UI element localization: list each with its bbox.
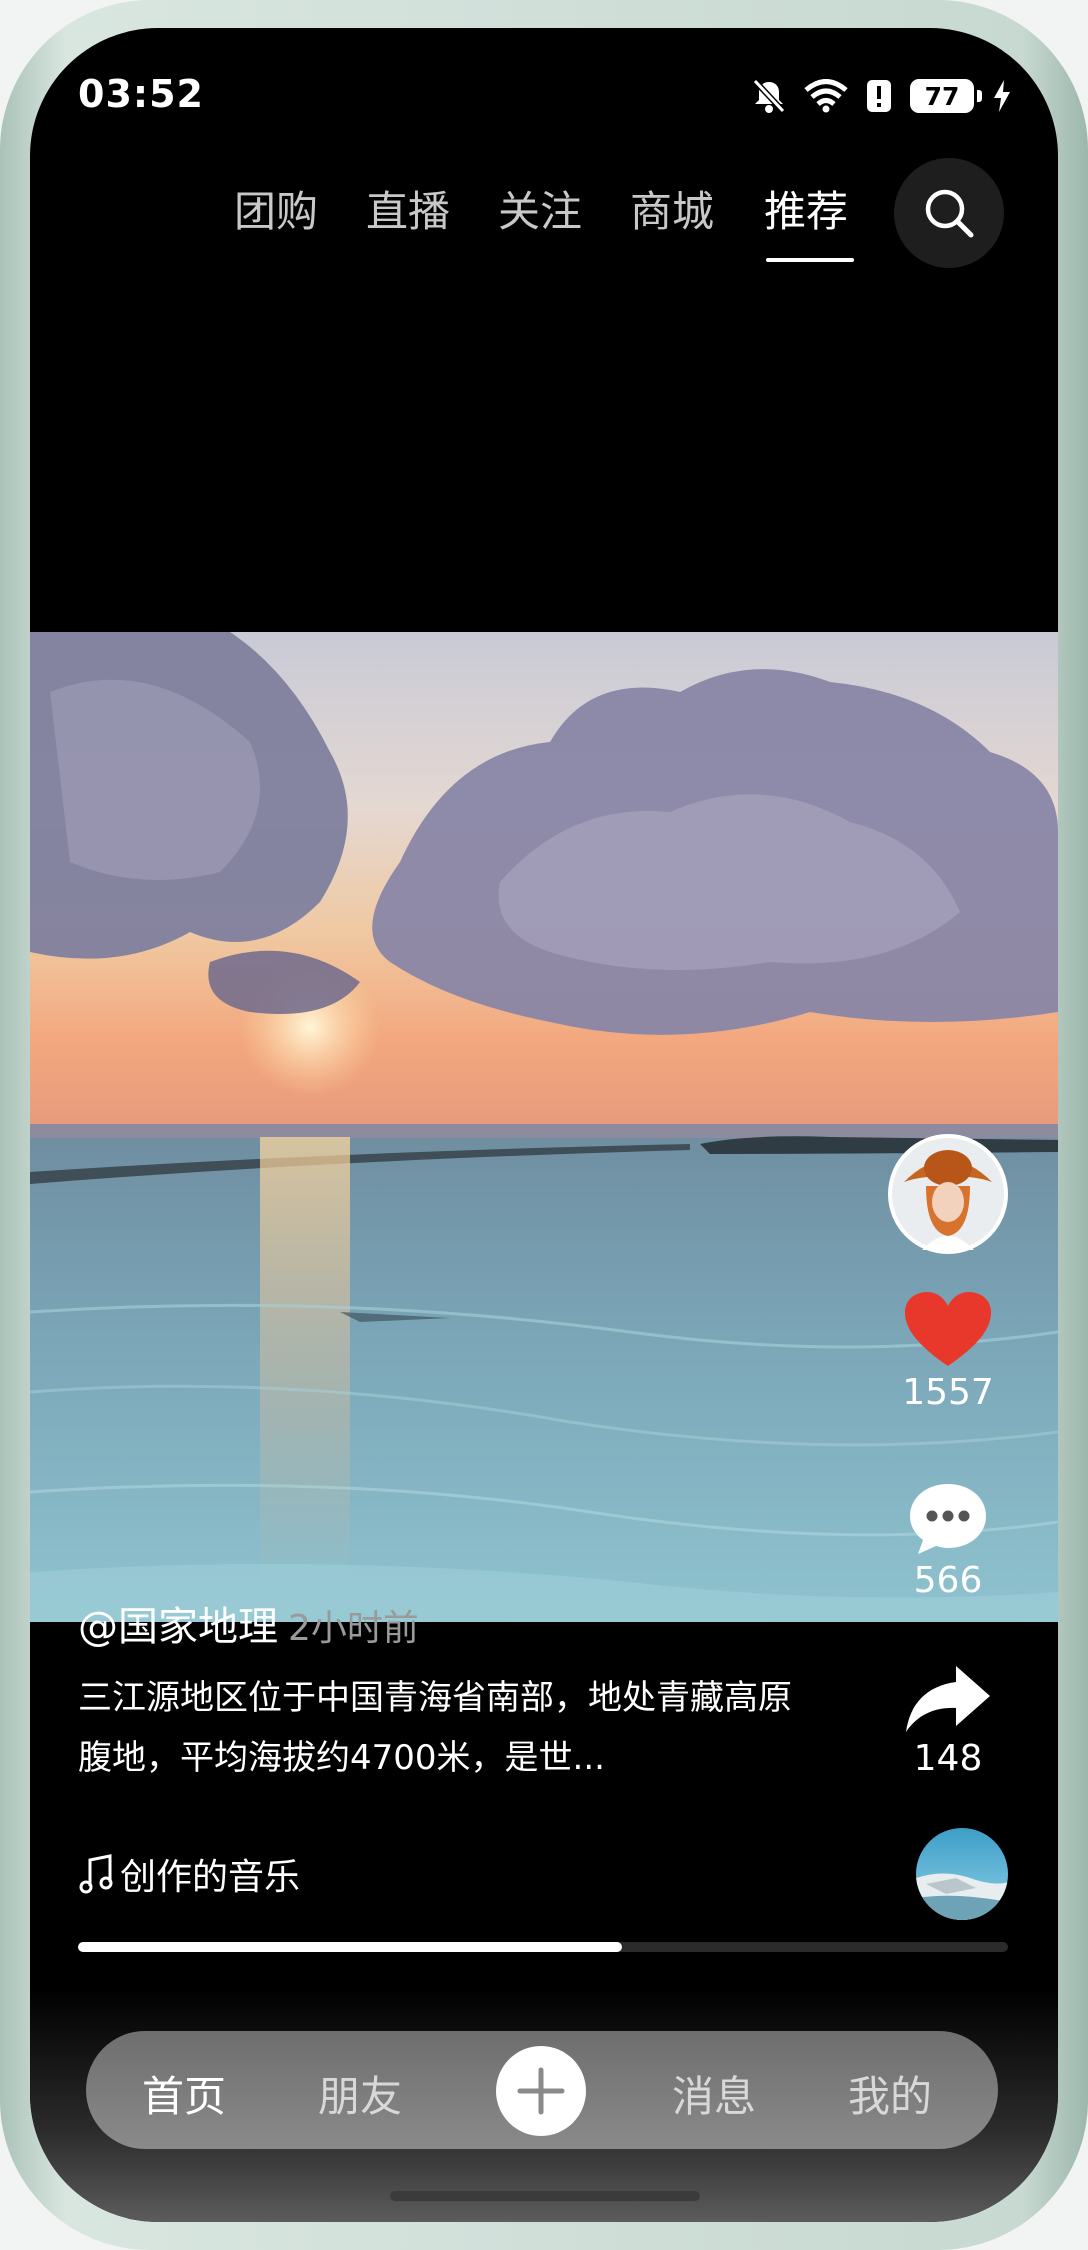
tab-group-buy[interactable]: 团购: [234, 178, 318, 239]
video-author[interactable]: @国家地理 2小时前: [78, 1594, 419, 1652]
plus-icon: [517, 2067, 565, 2115]
music-info[interactable]: 创作的音乐: [78, 1848, 300, 1900]
tab-recommended[interactable]: 推荐: [764, 178, 848, 239]
video-progress-fill: [78, 1942, 623, 1952]
music-disc[interactable]: [916, 1828, 1008, 1920]
create-button[interactable]: [496, 2046, 586, 2136]
charging-icon: [994, 80, 1010, 112]
music-note-icon: [79, 1854, 113, 1894]
alert-icon: [867, 80, 891, 112]
status-time: 03:52: [78, 72, 204, 116]
video-player[interactable]: [30, 632, 1058, 1622]
share-icon: [906, 1666, 990, 1732]
comment-icon: [910, 1484, 986, 1554]
video-progress-bar[interactable]: [78, 1942, 1008, 1952]
share-count: 148: [913, 1738, 983, 1779]
home-indicator[interactable]: [390, 2191, 700, 2201]
wifi-icon: [804, 79, 848, 113]
tab-live[interactable]: 直播: [366, 178, 450, 239]
bell-muted-icon: [752, 78, 786, 114]
search-icon: [925, 189, 974, 238]
post-time: 2小时前: [288, 1608, 419, 1649]
tab-following[interactable]: 关注: [498, 178, 582, 239]
like-count: 1557: [902, 1372, 994, 1413]
share-button[interactable]: 148: [886, 1662, 1010, 1779]
creator-avatar[interactable]: [886, 1132, 1010, 1260]
video-description[interactable]: 三江源地区位于中国青海省南部，地处青藏高原腹地，平均海拔约4700米，是世...: [78, 1668, 808, 1788]
status-bar: 03:52 77: [30, 28, 1058, 148]
active-tab-indicator: [766, 258, 854, 262]
nav-home[interactable]: 首页: [142, 2063, 226, 2124]
screen: 03:52 77 团购 直播 关注 商城 推荐 1557 566 148 @国家…: [30, 28, 1058, 2222]
bottom-nav: 首页 朋友 消息 我的: [86, 2031, 998, 2149]
phone-frame: 03:52 77 团购 直播 关注 商城 推荐 1557 566 148 @国家…: [0, 0, 1088, 2250]
like-button[interactable]: 1557: [886, 1290, 1010, 1413]
search-button[interactable]: [894, 158, 1004, 268]
music-disc-cover: [916, 1828, 1008, 1920]
tab-mall[interactable]: 商城: [630, 178, 714, 239]
heart-icon: [905, 1292, 991, 1366]
status-icons: 77: [752, 76, 1012, 116]
avatar: [888, 1134, 1008, 1254]
nav-me[interactable]: 我的: [848, 2063, 932, 2124]
music-title: 创作的音乐: [120, 1857, 301, 1898]
comment-button[interactable]: 566: [886, 1480, 1010, 1601]
sunset-sea-video-frame: [30, 632, 1058, 1622]
nav-friends[interactable]: 朋友: [318, 2063, 402, 2124]
author-handle[interactable]: @国家地理: [78, 1604, 278, 1650]
comment-count: 566: [913, 1560, 983, 1601]
battery-icon: 77: [910, 79, 982, 113]
nav-messages[interactable]: 消息: [672, 2063, 756, 2124]
